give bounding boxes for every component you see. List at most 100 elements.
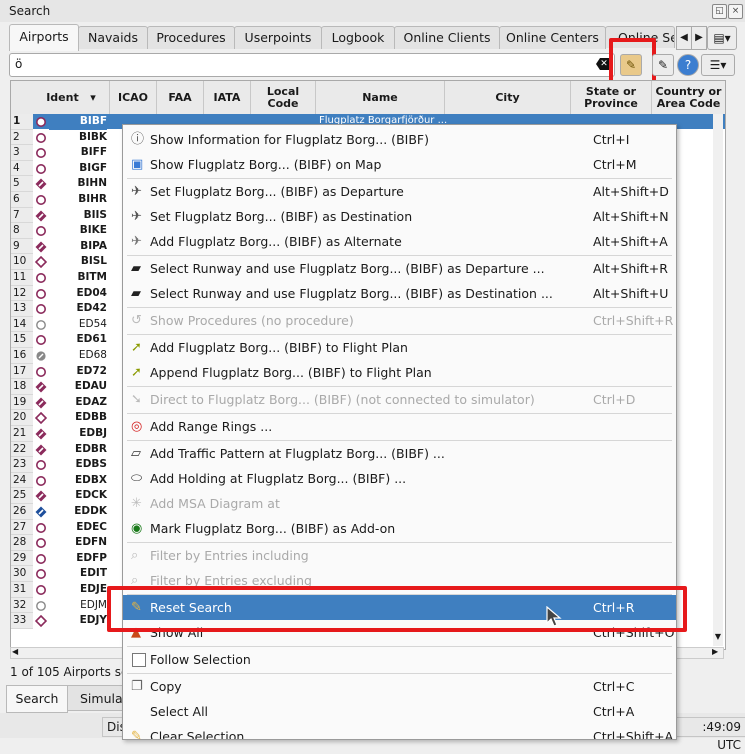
menu-item-select-all[interactable]: Select All Ctrl+A: [123, 699, 676, 724]
row-number[interactable]: 29: [11, 550, 33, 567]
row-number[interactable]: 20: [11, 410, 33, 426]
row-number[interactable]: 21: [11, 426, 33, 442]
close-window-icon[interactable]: ×: [728, 4, 743, 19]
menu-item-add-holding-at-flugplatz-borg-bibf[interactable]: ⬭ Add Holding at Flugplatz Borg... (BIBF)…: [123, 466, 676, 491]
airport-ident[interactable]: BIPA: [49, 239, 107, 255]
bottom-tab-simulator[interactable]: Simulat: [67, 685, 123, 711]
airport-ident[interactable]: EDAU: [49, 379, 107, 395]
row-number[interactable]: 2: [11, 129, 33, 146]
tab-online-clients[interactable]: Online Clients: [394, 26, 500, 49]
row-number[interactable]: 16: [11, 348, 33, 364]
row-number[interactable]: 27: [11, 519, 33, 536]
menu-item-add-range-rings[interactable]: ◎ Add Range Rings ...: [123, 414, 676, 439]
airport-ident[interactable]: EDBB: [49, 410, 107, 426]
tab-scroll-right-icon[interactable]: ▶: [691, 26, 707, 50]
airport-ident[interactable]: EDFN: [49, 535, 107, 551]
airport-ident[interactable]: EDJY: [49, 613, 107, 629]
bottom-tab-search[interactable]: Search: [6, 685, 68, 713]
airport-ident[interactable]: BITM: [49, 270, 107, 286]
row-number[interactable]: 9: [11, 238, 33, 255]
row-number[interactable]: 30: [11, 566, 33, 582]
menu-item-append-flugplatz-borg-bibf-to-flight-pla[interactable]: ➚ Append Flugplatz Borg... (BIBF) to Flig…: [123, 360, 676, 385]
tab-scroll-left-icon[interactable]: ◀: [676, 26, 692, 50]
airport-ident[interactable]: EDIT: [49, 566, 107, 582]
float-window-icon[interactable]: ◱: [712, 4, 727, 19]
menu-item-copy[interactable]: ❐ Copy Ctrl+C: [123, 674, 676, 699]
search-input[interactable]: ö: [9, 53, 615, 77]
row-number[interactable]: 31: [11, 582, 33, 598]
tab-procedures[interactable]: Procedures: [147, 26, 235, 49]
row-number[interactable]: 3: [11, 145, 33, 161]
row-number[interactable]: 12: [11, 285, 33, 302]
row-number[interactable]: 5: [11, 176, 33, 192]
tab-userpoints[interactable]: Userpoints: [234, 26, 322, 49]
airport-ident[interactable]: BIBK: [49, 130, 107, 146]
scroll-left-icon[interactable]: ◀: [12, 647, 18, 656]
tab-online-centers[interactable]: Online Centers: [499, 26, 606, 49]
tab-menu-icon[interactable]: ▤▾: [707, 26, 737, 50]
airport-ident[interactable]: BIIS: [49, 208, 107, 224]
row-number[interactable]: 22: [11, 441, 33, 458]
column-header-faa[interactable]: FAA: [157, 81, 204, 115]
menu-item-mark-flugplatz-borg-bibf-as-add-on[interactable]: ◉ Mark Flugplatz Borg... (BIBF) as Add-on: [123, 516, 676, 541]
airport-ident[interactable]: BIHN: [49, 176, 108, 192]
airport-ident[interactable]: ED04: [49, 286, 107, 302]
menu-item-show-flugplatz-borg-bibf-on-map[interactable]: ▣ Show Flugplatz Borg... (BIBF) on Map Ctr…: [123, 152, 676, 177]
menu-item-add-flugplatz-borg-bibf-to-flight-plan[interactable]: ➚ Add Flugplatz Borg... (BIBF) to Flight …: [123, 335, 676, 360]
menu-item-show-procedures-no-procedure[interactable]: ↺ Show Procedures (no procedure) Ctrl+Shif…: [123, 308, 676, 333]
row-number[interactable]: 7: [11, 207, 33, 224]
menu-item-add-traffic-pattern-at-flugplatz-borg-bi[interactable]: ▱ Add Traffic Pattern at Flugplatz Borg..…: [123, 441, 676, 466]
menu-item-show-information-for-flugplatz-borg-bibf[interactable]: ⓘ Show Information for Flugplatz Borg... …: [123, 127, 676, 152]
menu-item-filter-by-entries-including[interactable]: ⌕ Filter by Entries including: [123, 543, 676, 568]
row-number[interactable]: 28: [11, 535, 33, 551]
airport-ident[interactable]: BIHR: [49, 192, 107, 208]
airport-ident[interactable]: BIKE: [49, 223, 107, 239]
tab-logbook[interactable]: Logbook: [321, 26, 395, 49]
row-number[interactable]: 17: [11, 363, 33, 380]
menu-item-add-flugplatz-borg-bibf-as-alternate[interactable]: ✈ Add Flugplatz Borg... (BIBF) as Alterna…: [123, 229, 676, 254]
tab-navaids[interactable]: Navaids: [78, 26, 148, 49]
airport-ident[interactable]: BIGF: [49, 161, 107, 177]
vertical-scrollbar[interactable]: [713, 114, 723, 646]
scroll-right-icon[interactable]: ▶: [712, 647, 718, 656]
tab-airports[interactable]: Airports: [9, 24, 79, 51]
airport-ident[interactable]: ED42: [49, 301, 107, 317]
row-number[interactable]: 25: [11, 488, 33, 504]
column-header-state[interactable]: State or Province: [571, 81, 652, 115]
follow-selection-checkbox[interactable]: [132, 653, 146, 667]
airport-ident[interactable]: ED68: [49, 348, 107, 364]
row-number[interactable]: 18: [11, 379, 33, 395]
pin-icon[interactable]: ✎: [652, 54, 674, 76]
menu-item-follow-selection[interactable]: Follow Selection: [123, 647, 676, 672]
row-number[interactable]: 11: [11, 270, 33, 286]
menu-item-set-flugplatz-borg-bibf-as-departure[interactable]: ✈ Set Flugplatz Borg... (BIBF) as Departu…: [123, 179, 676, 204]
airport-ident[interactable]: EDJM: [49, 598, 107, 614]
menu-item-set-flugplatz-borg-bibf-as-destination[interactable]: ✈ Set Flugplatz Borg... (BIBF) as Destina…: [123, 204, 676, 229]
airport-ident[interactable]: EDBR: [49, 442, 107, 458]
row-number[interactable]: 4: [11, 160, 33, 177]
airport-ident[interactable]: ED72: [49, 364, 107, 380]
row-number[interactable]: 6: [11, 192, 33, 208]
row-number[interactable]: 33: [11, 613, 33, 629]
help-icon[interactable]: ?: [677, 54, 699, 76]
scroll-down-icon[interactable]: ▼: [713, 632, 723, 645]
airport-ident[interactable]: EDAZ: [49, 395, 107, 411]
row-number[interactable]: 15: [11, 332, 33, 348]
airport-ident[interactable]: ED54: [49, 317, 107, 333]
row-number[interactable]: 32: [11, 597, 33, 614]
menu-item-add-msa-diagram-at[interactable]: ✳ Add MSA Diagram at: [123, 491, 676, 516]
row-number[interactable]: 19: [11, 394, 33, 411]
row-number[interactable]: 24: [11, 472, 33, 489]
column-header-ident[interactable]: Ident ▾: [33, 81, 110, 115]
airport-ident[interactable]: BISL: [49, 254, 107, 270]
row-number[interactable]: 1: [11, 114, 33, 130]
menu-item-select-runway-and-use-flugplatz-borg-bib[interactable]: ▰ Select Runway and use Flugplatz Borg...…: [123, 281, 676, 306]
row-number[interactable]: 8: [11, 223, 33, 239]
column-header-city[interactable]: City: [445, 81, 571, 115]
airport-ident[interactable]: BIFF: [49, 145, 107, 161]
column-header-icao[interactable]: ICAO: [110, 81, 157, 115]
menu-item-select-runway-and-use-flugplatz-borg-bib[interactable]: ▰ Select Runway and use Flugplatz Borg...…: [123, 256, 676, 281]
row-number[interactable]: 23: [11, 457, 33, 473]
column-header-local-code[interactable]: Local Code: [251, 81, 316, 115]
airport-ident[interactable]: EDDK: [49, 504, 107, 520]
